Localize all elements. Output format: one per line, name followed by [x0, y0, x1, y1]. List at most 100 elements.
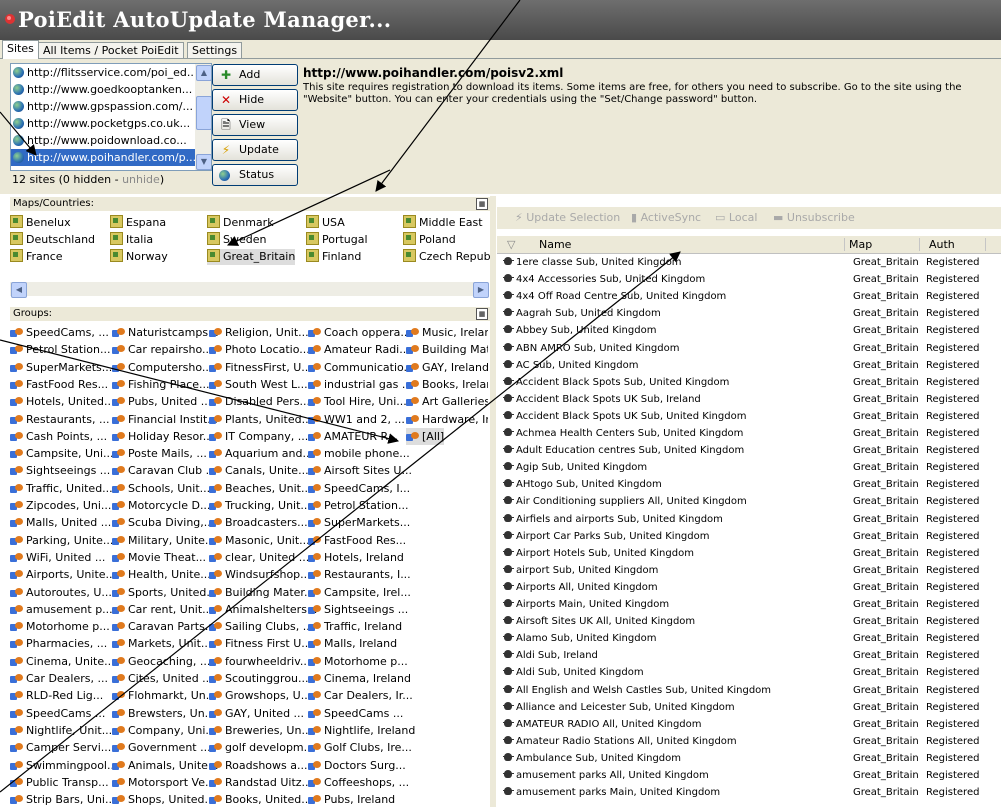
group-item[interactable]: Doctors Surg... — [308, 757, 406, 774]
group-item[interactable]: Broadcasters... — [209, 514, 308, 531]
table-row[interactable]: AHtogo Sub, United Kingdom Great_Britain R… — [497, 476, 1001, 493]
group-item[interactable]: Cash Points, ... — [10, 428, 107, 445]
country-item[interactable]: USA — [306, 215, 345, 231]
group-item[interactable]: Computersho... — [112, 359, 212, 376]
group-item[interactable]: Roadshows a... — [209, 757, 308, 774]
group-item[interactable]: Amateur Radi... — [308, 341, 410, 358]
group-item[interactable]: Canals, Unite... — [209, 462, 309, 479]
group-item[interactable]: Disabled Pers... — [209, 393, 310, 410]
countries-hscrollbar[interactable]: ◀ ▶ — [10, 282, 489, 298]
local-button[interactable]: ▭ Local — [715, 211, 757, 224]
group-item[interactable]: Health, Unite... — [112, 566, 211, 583]
group-item[interactable]: GAY, United ... — [209, 705, 304, 722]
group-item[interactable]: Government ... — [112, 739, 211, 756]
group-item[interactable]: Fishing Place... — [112, 376, 210, 393]
country-item[interactable]: Espana — [110, 215, 166, 231]
country-item[interactable]: Portugal — [306, 232, 368, 248]
column-auth[interactable]: Auth — [929, 236, 955, 253]
group-item[interactable]: Plants, United... — [209, 411, 312, 428]
group-item[interactable]: Building Mater... — [209, 584, 314, 601]
group-item[interactable]: Car Dealers, ... — [10, 670, 108, 687]
table-row[interactable]: AC Sub, United Kingdom Great_Britain Regis… — [497, 357, 1001, 374]
site-item[interactable]: http://www.poihandler.com/p... — [11, 149, 211, 166]
country-item[interactable]: Deutschland — [10, 232, 95, 248]
group-item[interactable]: Books, United... — [209, 791, 312, 807]
group-item[interactable]: Building Mate — [406, 341, 488, 358]
group-item[interactable]: Geocaching, ... — [112, 653, 210, 670]
country-item[interactable]: Sweden — [207, 232, 266, 248]
group-item[interactable]: industrial gas ... — [308, 376, 412, 393]
group-item[interactable]: Aquarium and... — [209, 445, 313, 462]
column-map[interactable]: Map — [849, 236, 872, 253]
activesync-button[interactable]: ▮ ActiveSync — [631, 211, 701, 224]
table-row[interactable]: airport Sub, United Kingdom Great_Britain… — [497, 562, 1001, 579]
status-button[interactable]: Status — [212, 164, 298, 186]
panel-pin-icon[interactable]: ▦ — [476, 308, 488, 320]
table-row[interactable]: ABN AMRO Sub, United Kingdom Great_Britai… — [497, 340, 1001, 357]
group-item[interactable]: Malls, Ireland — [308, 635, 397, 652]
group-item[interactable]: SpeedCams, ... — [10, 324, 109, 341]
table-row[interactable]: Airsoft Sites UK All, United Kingdom Grea… — [497, 613, 1001, 630]
group-item[interactable]: Animalshelters... — [209, 601, 317, 618]
group-item[interactable]: Motorhome p... — [10, 618, 110, 635]
group-item[interactable]: Hotels, United... — [10, 393, 115, 410]
group-item[interactable]: Nightlife, Unit... — [10, 722, 112, 739]
group-item[interactable]: Airports, Unite... — [10, 566, 116, 583]
group-item[interactable]: Scoutinggrou... — [209, 670, 309, 687]
group-item[interactable]: Sightseeings ... — [10, 462, 110, 479]
table-row[interactable]: amusement parks All, United Kingdom Great… — [497, 767, 1001, 784]
group-item[interactable]: Cinema, Unite... — [10, 653, 115, 670]
country-item[interactable]: Finland — [306, 249, 361, 265]
add-button[interactable]: ✚ Add — [212, 64, 298, 86]
group-item[interactable]: Sailing Clubs, ... — [209, 618, 313, 635]
group-item[interactable]: GAY, Ireland — [406, 359, 488, 376]
group-item[interactable]: Tool Hire, Uni... — [308, 393, 407, 410]
group-item[interactable]: [All] — [406, 427, 445, 445]
tab-sites[interactable]: Sites — [2, 40, 39, 59]
panel-pin-icon[interactable]: ▦ — [476, 198, 488, 210]
group-item[interactable]: Windsurfshop... — [209, 566, 311, 583]
group-item[interactable]: WiFi, United ... — [10, 549, 105, 566]
tab-settings[interactable]: Settings — [187, 42, 243, 58]
table-row[interactable]: 4x4 Off Road Centre Sub, United Kingdom G… — [497, 288, 1001, 305]
group-item[interactable]: Holiday Resor... — [112, 428, 213, 445]
group-item[interactable]: Movie Theat... — [112, 549, 206, 566]
group-item[interactable]: RLD-Red Lig... — [10, 687, 103, 704]
update-button[interactable]: ⚡ Update — [212, 139, 298, 161]
site-item[interactable]: http://flitsservice.com/poi_ed... — [11, 64, 211, 81]
group-item[interactable]: Zipcodes, Uni... — [10, 497, 111, 514]
group-item[interactable]: SuperMarkets... — [308, 514, 410, 531]
group-item[interactable]: Car repairsho... — [112, 341, 213, 358]
group-item[interactable]: Autoroutes, U... — [10, 584, 112, 601]
splitter[interactable] — [490, 196, 496, 807]
group-item[interactable]: Restaurants, ... — [10, 411, 109, 428]
group-item[interactable]: FastFood Res... — [10, 376, 108, 393]
group-item[interactable]: Campsite, Irel... — [308, 584, 411, 601]
group-item[interactable]: Nightlife, Ireland — [308, 722, 415, 739]
table-row[interactable]: Airport Hotels Sub, United Kingdom Great_… — [497, 545, 1001, 562]
site-item[interactable]: http://www.poidownload.co... — [11, 132, 211, 149]
group-item[interactable]: SpeedCams ... — [10, 705, 105, 722]
group-item[interactable]: Military, Unite... — [112, 532, 215, 549]
group-item[interactable]: Malls, United ... — [10, 514, 111, 531]
group-item[interactable]: Hardware, Ire — [406, 411, 488, 428]
hide-button[interactable]: ✕ Hide — [212, 89, 298, 111]
group-item[interactable]: Restaurants, I... — [308, 566, 411, 583]
table-row[interactable]: Accident Black Spots UK Sub, Ireland Grea… — [497, 391, 1001, 408]
table-row[interactable]: Achmea Health Centers Sub, United Kingdo… — [497, 425, 1001, 442]
group-item[interactable]: Camper Servi... — [10, 739, 111, 756]
country-item[interactable]: Denmark — [207, 215, 274, 231]
group-item[interactable]: Music, Ireland — [406, 324, 488, 341]
group-item[interactable]: SpeedCams, I... — [308, 480, 410, 497]
group-item[interactable]: Pharmacies, ... — [10, 635, 107, 652]
group-item[interactable]: Scuba Diving,... — [112, 514, 214, 531]
group-item[interactable]: Growshops, U... — [209, 687, 311, 704]
group-item[interactable]: Parking, Unite... — [10, 532, 113, 549]
table-row[interactable]: Air Conditioning suppliers All, United K… — [497, 493, 1001, 510]
table-row[interactable]: 4x4 Accessories Sub, United Kingdom Great… — [497, 271, 1001, 288]
group-item[interactable]: Swimmingpool... — [10, 757, 117, 774]
country-item[interactable]: Italia — [110, 232, 153, 248]
group-item[interactable]: Hotels, Ireland — [308, 549, 404, 566]
group-item[interactable]: Randstad Uitz... — [209, 774, 312, 791]
group-item[interactable]: SuperMarkets... — [10, 359, 112, 376]
